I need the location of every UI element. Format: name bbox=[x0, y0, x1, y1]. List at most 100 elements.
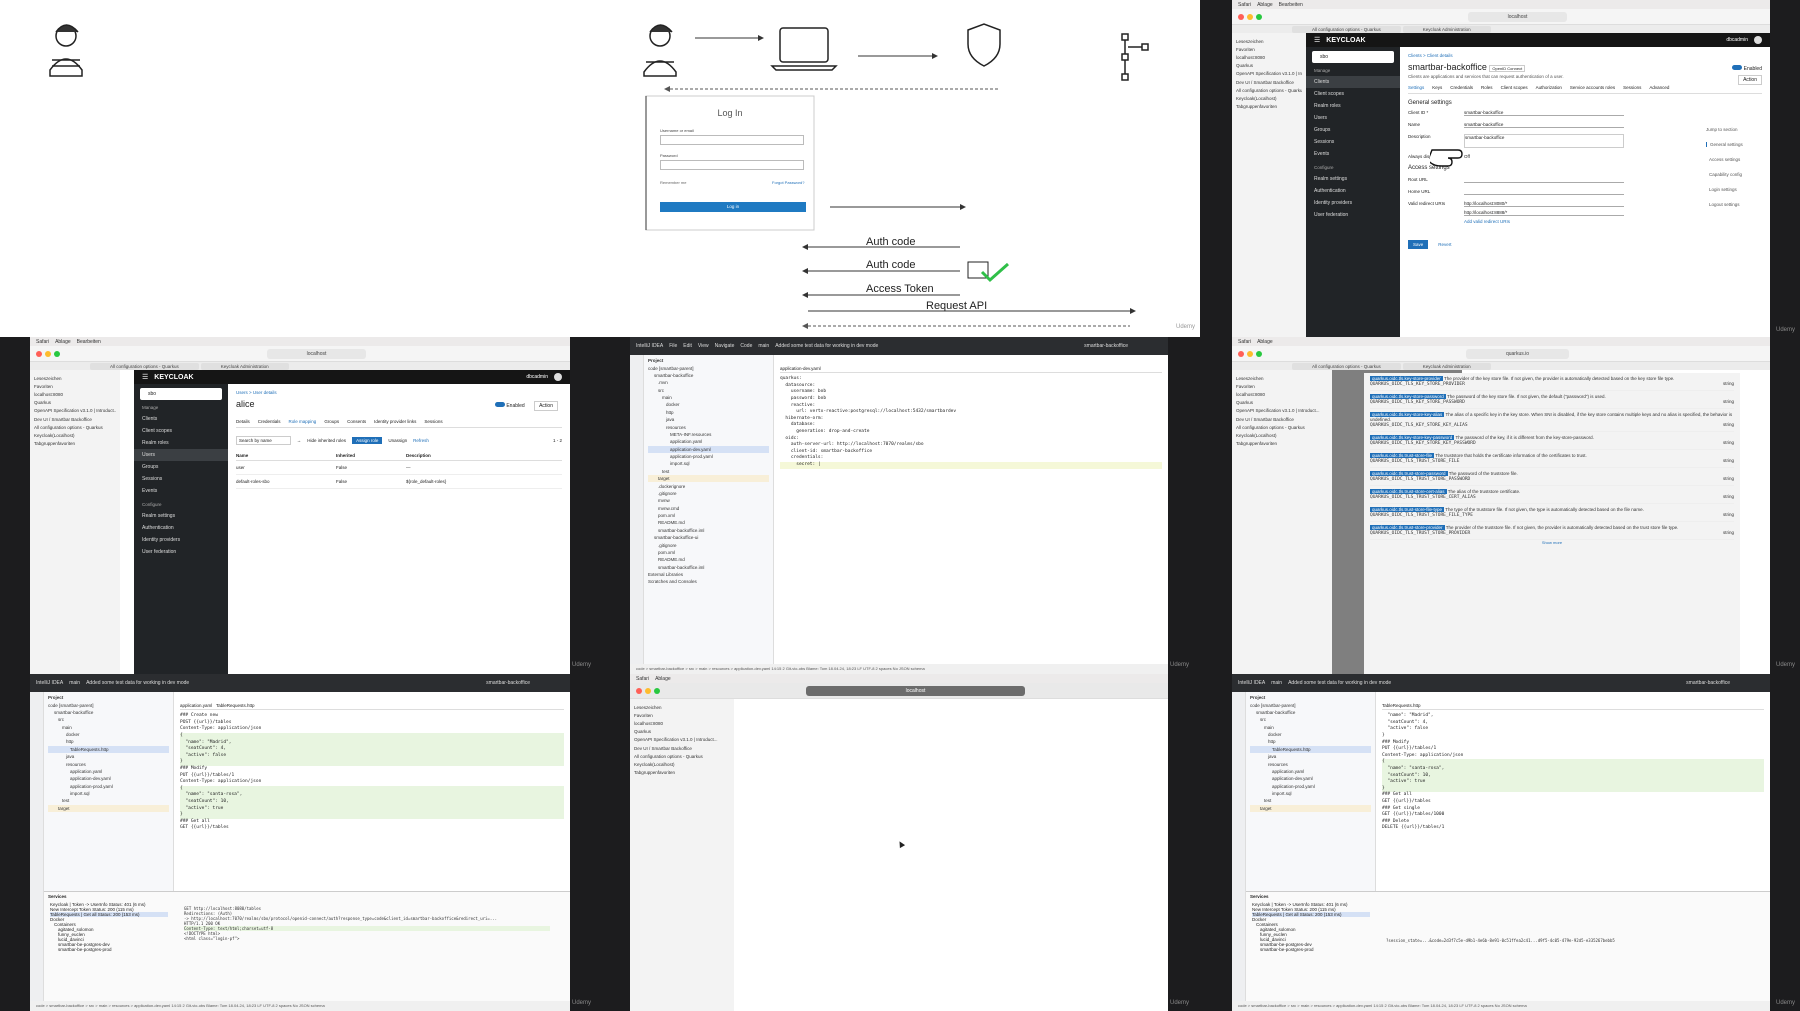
favorite-item[interactable]: Quarkus bbox=[1236, 62, 1302, 70]
favorite-item[interactable]: localhost:8080 bbox=[1236, 390, 1328, 398]
minimize-window-icon[interactable] bbox=[645, 687, 651, 694]
branch-selector[interactable]: main bbox=[69, 680, 80, 686]
tab-role-mapping[interactable]: Role mapping bbox=[289, 419, 317, 424]
editor-tab[interactable]: TableRequests.http bbox=[216, 703, 255, 708]
favorite-item[interactable]: Keycloak(Localhost) bbox=[1236, 431, 1328, 439]
tab-consents[interactable]: Consents bbox=[347, 419, 366, 424]
minimize-window-icon[interactable] bbox=[1247, 350, 1253, 357]
unassign-button[interactable]: Unassign bbox=[388, 438, 407, 443]
tree-item[interactable]: pom.xml bbox=[648, 512, 769, 519]
code-editor[interactable]: application-dev.yaml quarkus: datasource:… bbox=[774, 355, 1168, 664]
tree-item[interactable]: code [smartbar-parent] bbox=[48, 701, 169, 708]
tree-item[interactable]: test bbox=[48, 797, 169, 804]
tree-item[interactable]: java bbox=[1250, 753, 1371, 760]
favorite-item[interactable]: All configuration options - Quarkus bbox=[634, 752, 730, 760]
tree-item[interactable]: target bbox=[1250, 804, 1371, 812]
nav-item-client-scopes[interactable]: Client scopes bbox=[134, 425, 228, 437]
favorite-item[interactable]: Dev UI / Smartbar Backoffice bbox=[634, 744, 730, 752]
nav-item-users[interactable]: Users bbox=[134, 449, 228, 461]
browser-tab[interactable]: All configuration options - Quarkus bbox=[1292, 362, 1401, 370]
editor-tab[interactable]: application-dev.yaml bbox=[780, 366, 1162, 374]
tree-item[interactable]: TableRequests.http bbox=[48, 745, 169, 753]
tree-item[interactable]: http bbox=[48, 738, 169, 745]
menu-item[interactable]: File bbox=[669, 343, 677, 349]
jump-link[interactable]: Logout settings bbox=[1706, 202, 1764, 207]
tree-item[interactable]: mvnw.cmd bbox=[648, 505, 769, 512]
name-input[interactable]: smartbar-backoffice bbox=[1464, 122, 1624, 128]
tree-item[interactable]: main bbox=[1250, 724, 1371, 731]
tree-item[interactable]: docker bbox=[648, 401, 769, 408]
avatar[interactable] bbox=[1754, 36, 1762, 44]
menu-item[interactable]: Code bbox=[740, 343, 752, 349]
pagination[interactable]: 1 - 2 bbox=[553, 438, 562, 443]
realm-selector[interactable]: sbo bbox=[1312, 51, 1394, 63]
root-url-input[interactable] bbox=[1464, 177, 1624, 183]
refresh-button[interactable]: Refresh bbox=[413, 438, 429, 443]
tree-item[interactable]: http bbox=[1250, 738, 1371, 745]
zoom-window-icon[interactable] bbox=[1256, 350, 1262, 357]
tree-item[interactable]: smartbar-backoffice bbox=[48, 709, 169, 716]
favorite-item[interactable]: Tabgruppenfavoriten bbox=[634, 769, 730, 777]
jump-link[interactable]: Access settings bbox=[1706, 157, 1764, 162]
tree-item[interactable]: resources bbox=[648, 423, 769, 430]
tree-item[interactable]: Scratches and Consoles bbox=[648, 578, 769, 585]
project-header[interactable]: Project bbox=[48, 694, 169, 701]
tree-item[interactable]: application.yaml bbox=[648, 438, 769, 445]
favorite-item[interactable]: Quarkus bbox=[34, 399, 116, 407]
branch-selector[interactable]: main bbox=[1271, 680, 1282, 686]
favorite-item[interactable]: OpenAPI Specification v3.1.0 | Introduct… bbox=[1236, 407, 1328, 415]
menu-item[interactable]: IntelliJ IDEA bbox=[1238, 680, 1265, 686]
avatar[interactable] bbox=[554, 373, 562, 381]
favorite-item[interactable]: Keycloak(Localhost) bbox=[1236, 94, 1302, 102]
tree-item[interactable]: application-prod.yaml bbox=[1250, 783, 1371, 790]
enabled-toggle[interactable]: Enabled bbox=[1732, 65, 1762, 72]
tree-item[interactable]: .dockerignore bbox=[648, 482, 769, 489]
service-item[interactable]: smartbar-be-postgres-prod bbox=[1252, 947, 1370, 952]
http-editor[interactable]: application.yaml TableRequests.http ### C… bbox=[174, 692, 570, 891]
password-input[interactable] bbox=[660, 160, 804, 170]
search-icon[interactable]: → bbox=[297, 438, 302, 443]
tree-item[interactable]: src bbox=[48, 716, 169, 723]
tree-item[interactable]: import.sql bbox=[48, 790, 169, 797]
jump-link[interactable]: Login settings bbox=[1706, 187, 1764, 192]
run-config-selector[interactable]: smartbar-backoffice bbox=[1686, 680, 1730, 686]
tree-item[interactable]: import.sql bbox=[648, 460, 769, 467]
project-header[interactable]: Project bbox=[648, 357, 769, 364]
favorite-item[interactable]: Favoriten bbox=[634, 711, 730, 719]
user-menu[interactable]: dbcadmin bbox=[1726, 37, 1748, 43]
tree-item[interactable]: docker bbox=[48, 731, 169, 738]
favorite-item[interactable]: localhost:8080 bbox=[634, 719, 730, 727]
nav-item-realm-settings[interactable]: Realm settings bbox=[134, 510, 228, 522]
tree-item[interactable]: application-prod.yaml bbox=[48, 783, 169, 790]
remember-me-checkbox[interactable]: Remember me bbox=[660, 180, 686, 185]
tree-item[interactable]: application-dev.yaml bbox=[648, 445, 769, 453]
address-bar[interactable]: localhost bbox=[1467, 11, 1568, 22]
tab-credentials[interactable]: Credentials bbox=[258, 419, 281, 424]
nav-item-groups[interactable]: Groups bbox=[134, 461, 228, 473]
tree-item[interactable]: resources bbox=[48, 760, 169, 767]
favorite-item[interactable]: Dev UI / Smartbar Backoffice bbox=[34, 415, 116, 423]
login-button[interactable]: Log in bbox=[660, 202, 806, 212]
tree-item[interactable]: .gitignore bbox=[648, 541, 769, 548]
nav-item-realm-roles[interactable]: Realm roles bbox=[134, 437, 228, 449]
http-editor[interactable]: TableRequests.http "name": "Madrid", "se… bbox=[1376, 692, 1770, 891]
favorite-item[interactable]: Dev UI / Smartbar Backoffice bbox=[1236, 78, 1302, 86]
favorite-item[interactable]: OpenAPI Specification v3.1.0 | Introduct… bbox=[34, 407, 116, 415]
revert-button[interactable]: Revert bbox=[1436, 240, 1453, 249]
browser-tab[interactable]: Keycloak Administration bbox=[200, 362, 289, 370]
address-bar[interactable]: localhost bbox=[266, 348, 367, 359]
zoom-window-icon[interactable] bbox=[1256, 13, 1262, 20]
menu-item[interactable]: View bbox=[698, 343, 709, 349]
nav-item-events[interactable]: Events bbox=[134, 485, 228, 497]
nav-item-user-federation[interactable]: User federation bbox=[1306, 209, 1400, 221]
tree-item[interactable]: http bbox=[648, 409, 769, 416]
nav-item-groups[interactable]: Groups bbox=[1306, 124, 1400, 136]
tree-item[interactable]: application-dev.yaml bbox=[1250, 775, 1371, 782]
show-more-link[interactable]: Show more bbox=[1370, 540, 1734, 545]
browser-tab[interactable]: Keycloak Administration bbox=[1402, 362, 1491, 370]
favorite-item[interactable]: Dev UI / Smartbar Backoffice bbox=[1236, 415, 1328, 423]
home-url-input[interactable] bbox=[1464, 189, 1624, 195]
tree-item[interactable]: mvnw bbox=[648, 497, 769, 504]
run-config-selector[interactable]: smartbar-backoffice bbox=[1084, 343, 1128, 349]
tab-roles[interactable]: Roles bbox=[1481, 85, 1493, 90]
